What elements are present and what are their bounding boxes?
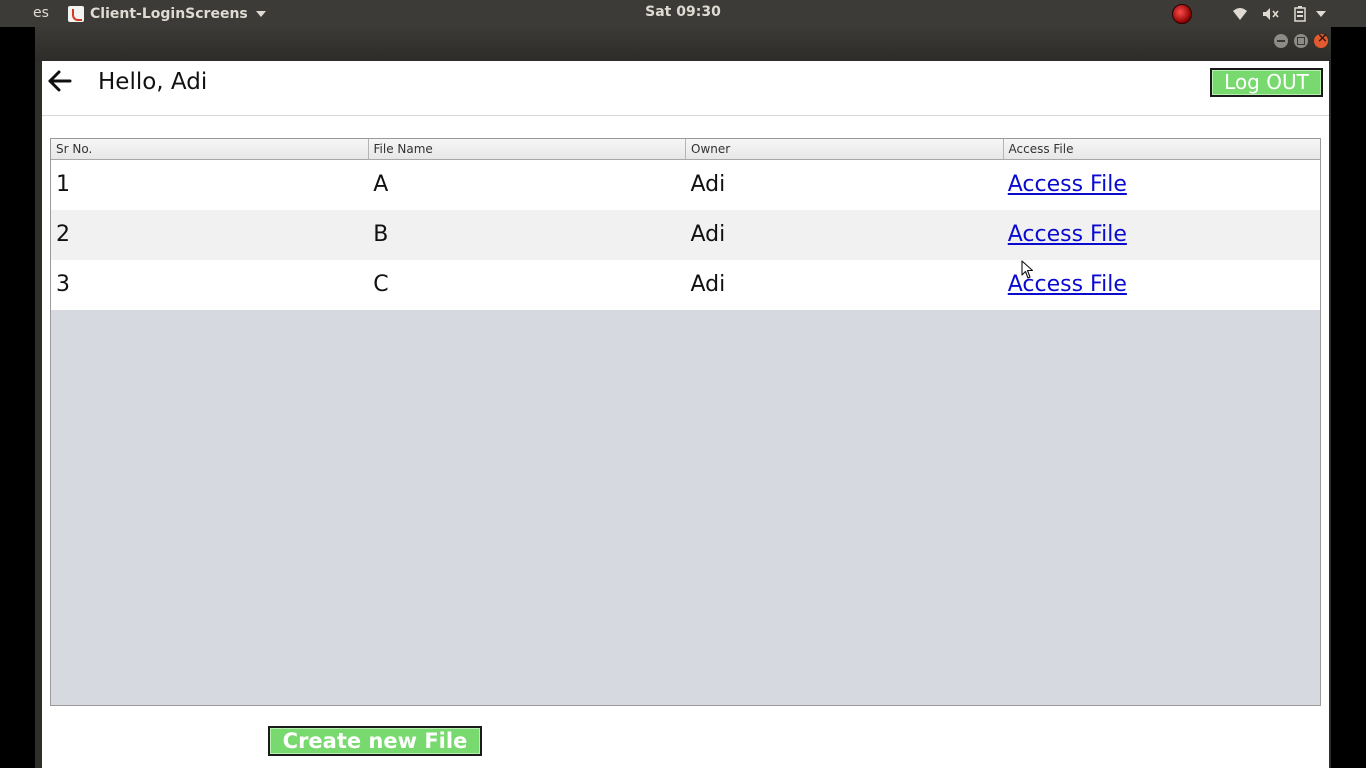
cell-owner: Adi bbox=[690, 222, 726, 247]
cell-owner: Adi bbox=[690, 272, 726, 297]
cell-owner: Adi bbox=[690, 172, 726, 197]
create-new-file-button[interactable]: Create new File bbox=[268, 726, 482, 756]
column-header-access-file[interactable]: Access File bbox=[1004, 139, 1321, 159]
column-header-sr-no[interactable]: Sr No. bbox=[51, 139, 369, 159]
cell-sr-no: 2 bbox=[56, 222, 70, 247]
table-row[interactable]: 1 A Adi Access File bbox=[51, 160, 1320, 210]
access-file-link[interactable]: Access File bbox=[1008, 172, 1127, 197]
close-window-button[interactable] bbox=[1314, 31, 1328, 48]
back-arrow-icon bbox=[48, 70, 72, 92]
column-header-owner[interactable]: Owner bbox=[686, 139, 1004, 159]
cell-access: Access File bbox=[1003, 260, 1320, 310]
back-button[interactable] bbox=[47, 69, 75, 95]
cell-sr-no: 3 bbox=[56, 272, 70, 297]
header-divider bbox=[42, 115, 1329, 116]
app-window: Hello, Adi Log OUT Sr No. File Name Owne… bbox=[35, 61, 1331, 768]
cell-file-name: A bbox=[373, 172, 389, 197]
cell-access: Access File bbox=[1003, 160, 1320, 210]
cell-sr-no: 1 bbox=[56, 172, 70, 197]
logout-button[interactable]: Log OUT bbox=[1210, 68, 1323, 97]
cell-file-name: C bbox=[373, 272, 389, 297]
column-header-file-name[interactable]: File Name bbox=[369, 139, 686, 159]
access-file-link[interactable]: Access File bbox=[1008, 222, 1127, 247]
system-top-bar: es Client-LoginScreens Sat 09:30 bbox=[0, 0, 1366, 27]
mouse-cursor-icon bbox=[1021, 260, 1034, 279]
wifi-icon bbox=[1233, 7, 1247, 20]
files-table: Sr No. File Name Owner Access File 1 A A… bbox=[50, 138, 1321, 706]
table-header: Sr No. File Name Owner Access File bbox=[51, 139, 1320, 160]
table-row[interactable]: 2 B Adi Access File bbox=[51, 210, 1320, 260]
cell-file-name: B bbox=[373, 222, 389, 247]
volume-muted-icon bbox=[1263, 7, 1279, 20]
minimize-button[interactable] bbox=[1274, 34, 1288, 48]
system-menu-chevron-icon bbox=[1316, 10, 1326, 17]
battery-icon bbox=[1294, 5, 1306, 22]
greeting-text: Hello, Adi bbox=[98, 69, 208, 95]
window-titlebar[interactable] bbox=[35, 27, 1331, 61]
system-clock[interactable]: Sat 09:30 bbox=[0, 0, 1366, 25]
system-tray[interactable] bbox=[1172, 0, 1326, 27]
maximize-button[interactable] bbox=[1294, 34, 1308, 48]
record-indicator-icon[interactable] bbox=[1172, 3, 1192, 24]
cell-access: Access File bbox=[1003, 210, 1320, 260]
table-row[interactable]: 3 C Adi Access File bbox=[51, 260, 1320, 310]
